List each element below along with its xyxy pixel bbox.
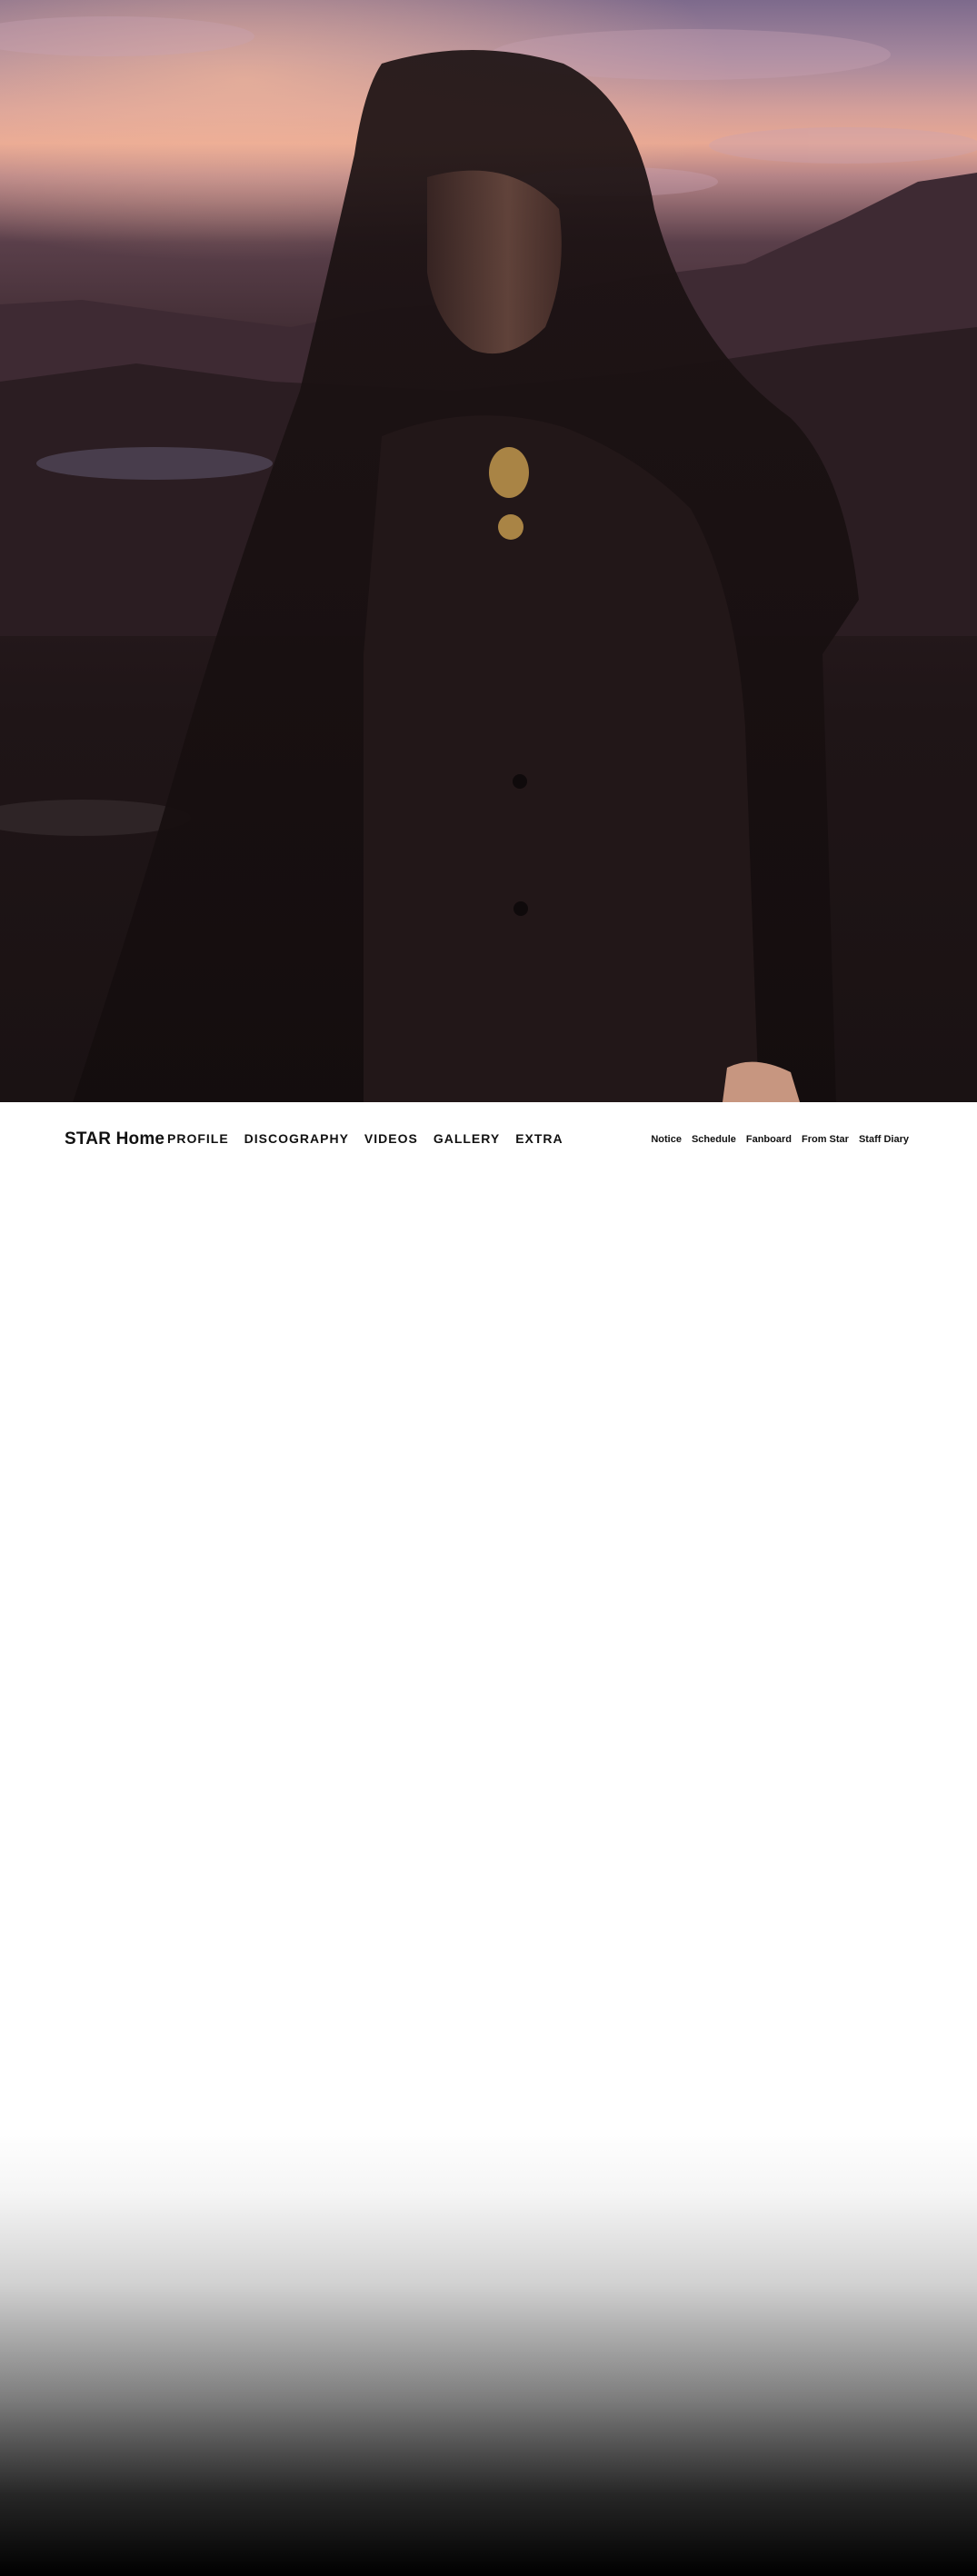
nav-from-star[interactable]: From Star [802, 1134, 849, 1145]
hero-image [0, 0, 977, 1102]
nav-videos[interactable]: VIDEOS [364, 1131, 418, 1146]
main-menu: PROFILE DISCOGRAPHY VIDEOS GALLERY EXTRA [167, 1131, 579, 1146]
nav-extra[interactable]: EXTRA [515, 1131, 563, 1146]
nav-gallery[interactable]: GALLERY [434, 1131, 500, 1146]
nav-notice[interactable]: Notice [651, 1134, 682, 1145]
hero-illustration [0, 0, 977, 1102]
nav-discography[interactable]: DISCOGRAPHY [244, 1131, 349, 1146]
nav-schedule[interactable]: Schedule [692, 1134, 736, 1145]
top-nav: STAR Home PROFILE DISCOGRAPHY VIDEOS GAL… [0, 1102, 977, 1179]
sub-menu: Notice Schedule Fanboard From Star Staff… [641, 1134, 909, 1145]
brand-logo[interactable]: STAR Home [65, 1129, 164, 1149]
nav-profile[interactable]: PROFILE [167, 1131, 229, 1146]
nav-staff-diary[interactable]: Staff Diary [859, 1134, 909, 1145]
bottom-gradient [0, 2126, 977, 2576]
nav-fanboard[interactable]: Fanboard [746, 1134, 792, 1145]
